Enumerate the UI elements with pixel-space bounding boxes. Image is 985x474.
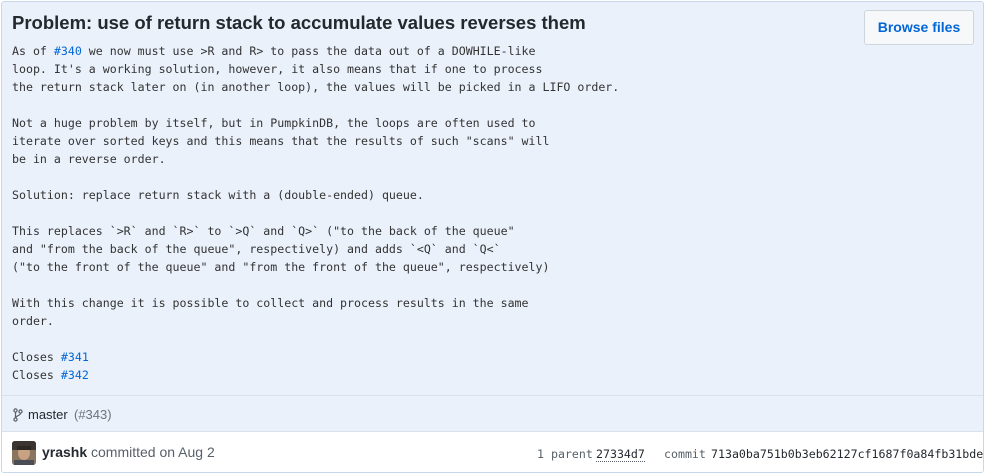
issue-link-340[interactable]: #340 bbox=[54, 44, 82, 58]
desc-paragraph-2: Not a huge problem by itself, but in Pum… bbox=[12, 116, 550, 166]
closes-line-1: Closes #341 bbox=[12, 350, 89, 364]
commit-description: As of #340 we now must use >R and R> to … bbox=[12, 42, 712, 384]
parent-label: 1 parent bbox=[537, 447, 593, 461]
commit-sha[interactable]: 713a0ba751b0b3eb62127cf1687f0a84fb31bde8 bbox=[711, 447, 983, 461]
closes-line-2: Closes #342 bbox=[12, 368, 89, 382]
avatar-image bbox=[12, 441, 36, 465]
committed-date: committed on Aug 2 bbox=[91, 444, 215, 460]
commit-card: Problem: use of return stack to accumula… bbox=[1, 1, 984, 473]
commit-author[interactable]: yrashk bbox=[42, 444, 87, 460]
commit-meta: yrashk committed on Aug 2 1 parent 27334… bbox=[2, 431, 983, 472]
commit-label: commit bbox=[664, 447, 706, 461]
parent-sha-link[interactable]: 27334d7 bbox=[596, 447, 645, 462]
browse-files-button[interactable]: Browse files bbox=[864, 10, 974, 45]
desc-paragraph-3: Solution: replace return stack with a (d… bbox=[12, 188, 424, 202]
branch-name[interactable]: master bbox=[28, 407, 68, 422]
avatar[interactable] bbox=[12, 441, 36, 465]
issue-link-342[interactable]: #342 bbox=[61, 368, 89, 382]
issue-link-341[interactable]: #341 bbox=[61, 350, 89, 364]
branch-row: master (#343) bbox=[2, 395, 983, 431]
desc-paragraph-5: With this change it is possible to colle… bbox=[12, 296, 529, 328]
desc-paragraph-1: As of #340 we now must use >R and R> to … bbox=[12, 44, 620, 94]
git-branch-icon bbox=[13, 408, 23, 422]
commit-header: Problem: use of return stack to accumula… bbox=[2, 2, 983, 395]
pull-request-ref[interactable]: (#343) bbox=[74, 407, 112, 422]
desc-paragraph-4: This replaces `>R` and `R>` to `>Q` and … bbox=[12, 224, 550, 274]
commit-title: Problem: use of return stack to accumula… bbox=[12, 12, 586, 33]
